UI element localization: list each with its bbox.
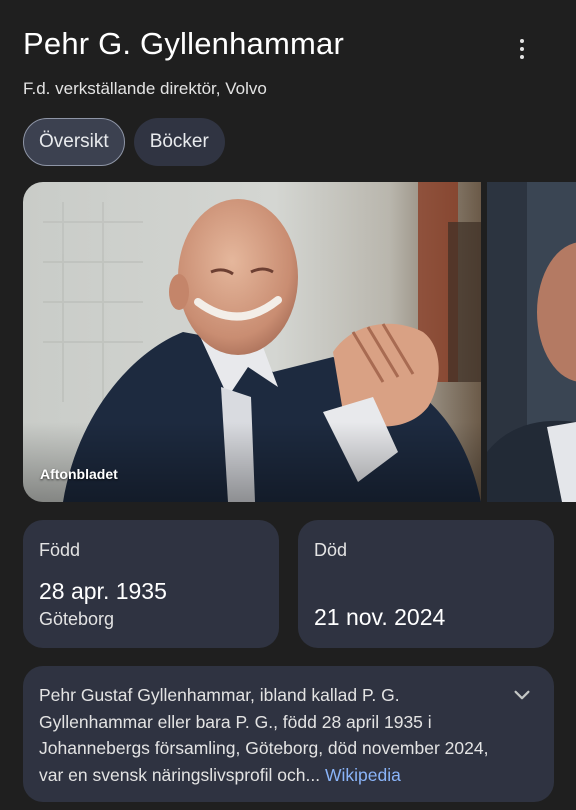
born-label: Född	[39, 540, 81, 560]
died-card[interactable]: Död 21 nov. 2024	[298, 520, 554, 648]
page-title: Pehr G. Gyllenhammar	[23, 26, 344, 61]
died-label: Död	[314, 540, 348, 560]
description-card[interactable]: Pehr Gustaf Gyllenhammar, ibland kallad …	[23, 666, 554, 802]
born-card[interactable]: Född 28 apr. 1935 Göteborg	[23, 520, 279, 648]
second-photo[interactable]	[487, 182, 576, 502]
tab-overview[interactable]: Översikt	[23, 118, 125, 166]
more-vert-icon[interactable]	[508, 34, 536, 64]
description-body: Pehr Gustaf Gyllenhammar, ibland kallad …	[39, 685, 489, 785]
knowledge-panel: Pehr G. Gyllenhammar F.d. verkställande …	[0, 0, 576, 810]
description-ellipsis: ...	[305, 764, 325, 785]
born-place: Göteborg	[39, 609, 115, 629]
page-subtitle: F.d. verkställande direktör, Volvo	[23, 79, 267, 98]
wikipedia-link[interactable]: Wikipedia	[325, 765, 401, 785]
tab-books[interactable]: Böcker	[133, 118, 225, 166]
portrait-photo[interactable]: Aftonbladet	[23, 182, 481, 502]
chevron-down-icon[interactable]	[511, 684, 533, 706]
born-date: 28 apr. 1935	[39, 578, 167, 604]
image-carousel[interactable]: Aftonbladet	[23, 182, 576, 502]
died-date: 21 nov. 2024	[314, 604, 446, 630]
description-text: Pehr Gustaf Gyllenhammar, ibland kallad …	[39, 682, 499, 788]
tab-bar: Översikt Böcker	[23, 118, 225, 166]
photo-credit: Aftonbladet	[40, 466, 118, 482]
